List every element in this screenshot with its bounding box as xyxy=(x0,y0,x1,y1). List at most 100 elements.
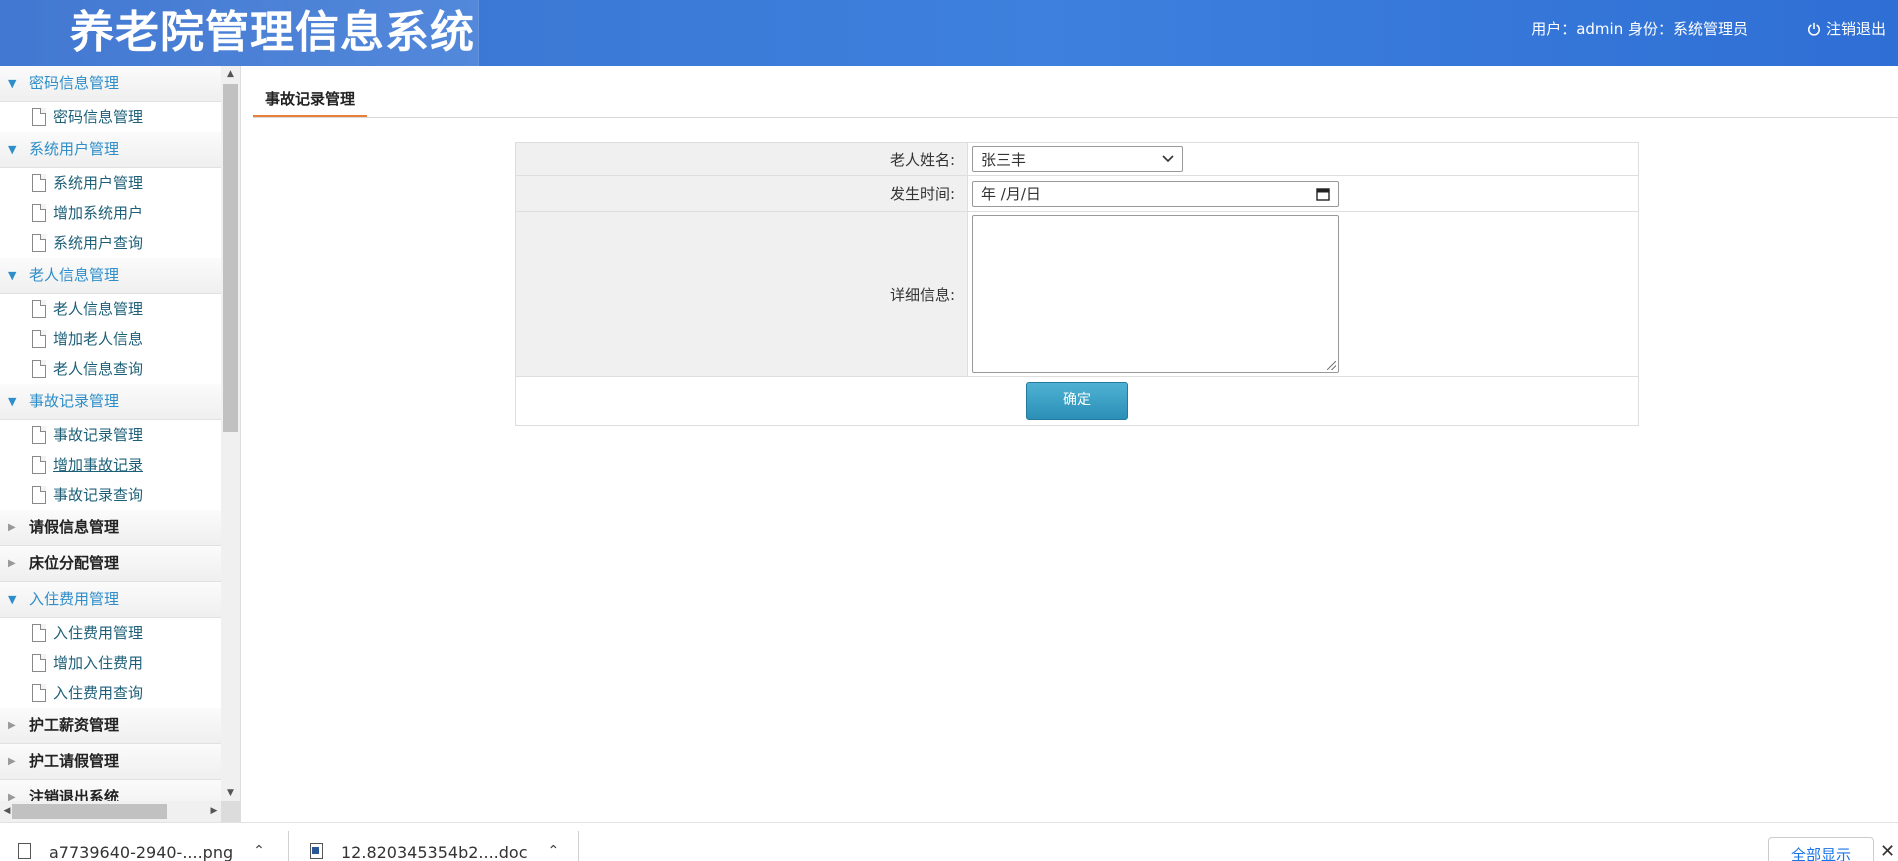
document-icon xyxy=(32,486,46,504)
menu-item-label: 老人信息查询 xyxy=(53,360,144,378)
sidebar-horizontal-scrollbar[interactable]: ◀ ▶ xyxy=(0,801,221,822)
resize-grip-icon[interactable] xyxy=(1327,361,1336,370)
elder-name-label: 老人姓名: xyxy=(515,142,968,176)
menu-item-label: 增加事故记录 xyxy=(53,456,144,474)
scroll-down-arrow-icon[interactable]: ▼ xyxy=(221,785,240,801)
menu-item-elder-info-manage[interactable]: 老人信息管理 xyxy=(0,294,221,324)
menu-item-add-checkin-fee[interactable]: 增加入住费用 xyxy=(0,648,221,678)
document-icon xyxy=(32,624,46,642)
confirm-button[interactable]: 确定 xyxy=(1026,382,1128,420)
download-filename: 12.820345354b2....doc xyxy=(341,843,528,861)
menu-group-label: 系统用户管理 xyxy=(29,140,120,158)
menu-group-elder-info[interactable]: ▼ 老人信息管理 xyxy=(0,258,221,294)
download-filename: a7739640-2940-....png xyxy=(49,843,234,861)
menu-group-password[interactable]: ▼ 密码信息管理 xyxy=(0,66,221,102)
triangle-down-icon: ▼ xyxy=(8,143,17,156)
menu-item-accident-record-query[interactable]: 事故记录查询 xyxy=(0,480,221,510)
document-icon xyxy=(32,684,46,702)
document-icon xyxy=(32,108,46,126)
menu-group-caregiver-leave[interactable]: ▶ 护工请假管理 xyxy=(0,744,221,780)
triangle-down-icon: ▼ xyxy=(8,593,17,606)
menu-item-label: 入住费用管理 xyxy=(53,624,144,642)
menu-item-label: 增加入住费用 xyxy=(53,654,144,672)
menu-item-password-manage[interactable]: 密码信息管理 xyxy=(0,102,221,132)
document-icon xyxy=(32,456,46,474)
tab-accident-record-manage[interactable]: 事故记录管理 xyxy=(253,84,368,117)
menu-item-accident-record-manage[interactable]: 事故记录管理 xyxy=(0,420,221,450)
menu-group-accident-records[interactable]: ▼ 事故记录管理 xyxy=(0,384,221,420)
chevron-up-icon[interactable]: ⌃ xyxy=(547,843,559,859)
tab-bar: 事故记录管理 xyxy=(253,84,1898,118)
app-title: 养老院管理信息系统 xyxy=(70,7,475,58)
detail-textarea[interactable] xyxy=(972,215,1339,373)
sidebar-menu: ▼ 密码信息管理 密码信息管理 ▼ 系统用户管理 系统用户管理 增加系统用户 系… xyxy=(0,66,221,816)
scrollbar-thumb[interactable] xyxy=(223,84,238,432)
menu-item-add-system-user[interactable]: 增加系统用户 xyxy=(0,198,221,228)
document-icon xyxy=(32,654,46,672)
menu-item-label: 系统用户查询 xyxy=(53,234,144,252)
chevron-up-icon[interactable]: ⌃ xyxy=(253,843,265,859)
triangle-down-icon: ▼ xyxy=(8,77,17,90)
document-icon xyxy=(32,204,46,222)
download-item-png[interactable]: a7739640-2940-....png ⌃ xyxy=(18,823,265,861)
date-placeholder: 年 /月/日 xyxy=(981,185,1041,203)
document-icon xyxy=(32,234,46,252)
close-icon[interactable]: ✕ xyxy=(1880,841,1895,861)
menu-group-label: 事故记录管理 xyxy=(29,392,120,410)
document-icon xyxy=(32,360,46,378)
menu-group-bed-allocation[interactable]: ▶ 床位分配管理 xyxy=(0,546,221,582)
menu-group-system-users[interactable]: ▼ 系统用户管理 xyxy=(0,132,221,168)
menu-item-checkin-fee-query[interactable]: 入住费用查询 xyxy=(0,678,221,708)
menu-group-label: 床位分配管理 xyxy=(29,554,120,572)
scroll-right-arrow-icon[interactable]: ▶ xyxy=(207,801,221,822)
triangle-right-icon: ▶ xyxy=(8,756,16,767)
menu-group-label: 护工请假管理 xyxy=(29,752,120,770)
menu-item-checkin-fee-manage[interactable]: 入住费用管理 xyxy=(0,618,221,648)
menu-item-add-elder-info[interactable]: 增加老人信息 xyxy=(0,324,221,354)
menu-item-label: 入住费用查询 xyxy=(53,684,144,702)
show-all-downloads-button[interactable]: 全部显示 xyxy=(1768,837,1874,861)
download-item-doc[interactable]: 12.820345354b2....doc ⌃ xyxy=(310,823,559,861)
menu-group-label: 护工薪资管理 xyxy=(29,716,120,734)
menu-item-label: 密码信息管理 xyxy=(53,108,144,126)
menu-item-add-accident-record[interactable]: 增加事故记录 xyxy=(0,450,221,480)
calendar-icon[interactable] xyxy=(1316,187,1330,201)
sidebar-vertical-scrollbar[interactable]: ▲ ▼ xyxy=(221,66,240,801)
download-bar: a7739640-2940-....png ⌃ 12.820345354b2..… xyxy=(0,822,1898,861)
power-icon xyxy=(1807,22,1821,36)
scroll-up-arrow-icon[interactable]: ▲ xyxy=(221,66,240,82)
menu-item-label: 增加系统用户 xyxy=(53,204,144,222)
divider xyxy=(288,831,289,861)
menu-group-caregiver-salary[interactable]: ▶ 护工薪资管理 xyxy=(0,708,221,744)
document-icon xyxy=(32,426,46,444)
logout-button[interactable]: 注销退出 xyxy=(1807,18,1886,39)
menu-group-checkin-fees[interactable]: ▼ 入住费用管理 xyxy=(0,582,221,618)
user-info: 用户：admin 身份：系统管理员 xyxy=(1531,20,1748,38)
menu-item-label: 事故记录管理 xyxy=(53,426,144,444)
triangle-right-icon: ▶ xyxy=(8,720,16,731)
time-label: 发生时间: xyxy=(515,175,968,212)
menu-group-label: 入住费用管理 xyxy=(29,590,120,608)
menu-group-label: 老人信息管理 xyxy=(29,266,120,284)
image-file-icon xyxy=(18,843,31,859)
word-file-icon xyxy=(310,843,323,859)
title-box: 养老院管理信息系统 xyxy=(0,0,479,66)
menu-group-label: 请假信息管理 xyxy=(29,518,120,536)
logout-label: 注销退出 xyxy=(1825,20,1886,38)
menu-item-system-user-query[interactable]: 系统用户查询 xyxy=(0,228,221,258)
scrollbar-thumb[interactable] xyxy=(12,804,167,819)
menu-item-system-user-manage[interactable]: 系统用户管理 xyxy=(0,168,221,198)
menu-group-leave-info[interactable]: ▶ 请假信息管理 xyxy=(0,510,221,546)
document-icon xyxy=(32,300,46,318)
app-header: 养老院管理信息系统 用户：admin 身份：系统管理员 注销退出 xyxy=(0,0,1898,66)
menu-item-label: 系统用户管理 xyxy=(53,174,144,192)
triangle-right-icon: ▶ xyxy=(8,522,16,533)
triangle-down-icon: ▼ xyxy=(8,269,17,282)
occurrence-date-input[interactable]: 年 /月/日 xyxy=(972,180,1339,207)
elder-name-select[interactable]: 张三丰 xyxy=(972,146,1183,172)
triangle-down-icon: ▼ xyxy=(8,395,17,408)
menu-group-label: 密码信息管理 xyxy=(29,74,120,92)
menu-item-label: 事故记录查询 xyxy=(53,486,144,504)
menu-item-elder-info-query[interactable]: 老人信息查询 xyxy=(0,354,221,384)
divider xyxy=(578,831,579,861)
